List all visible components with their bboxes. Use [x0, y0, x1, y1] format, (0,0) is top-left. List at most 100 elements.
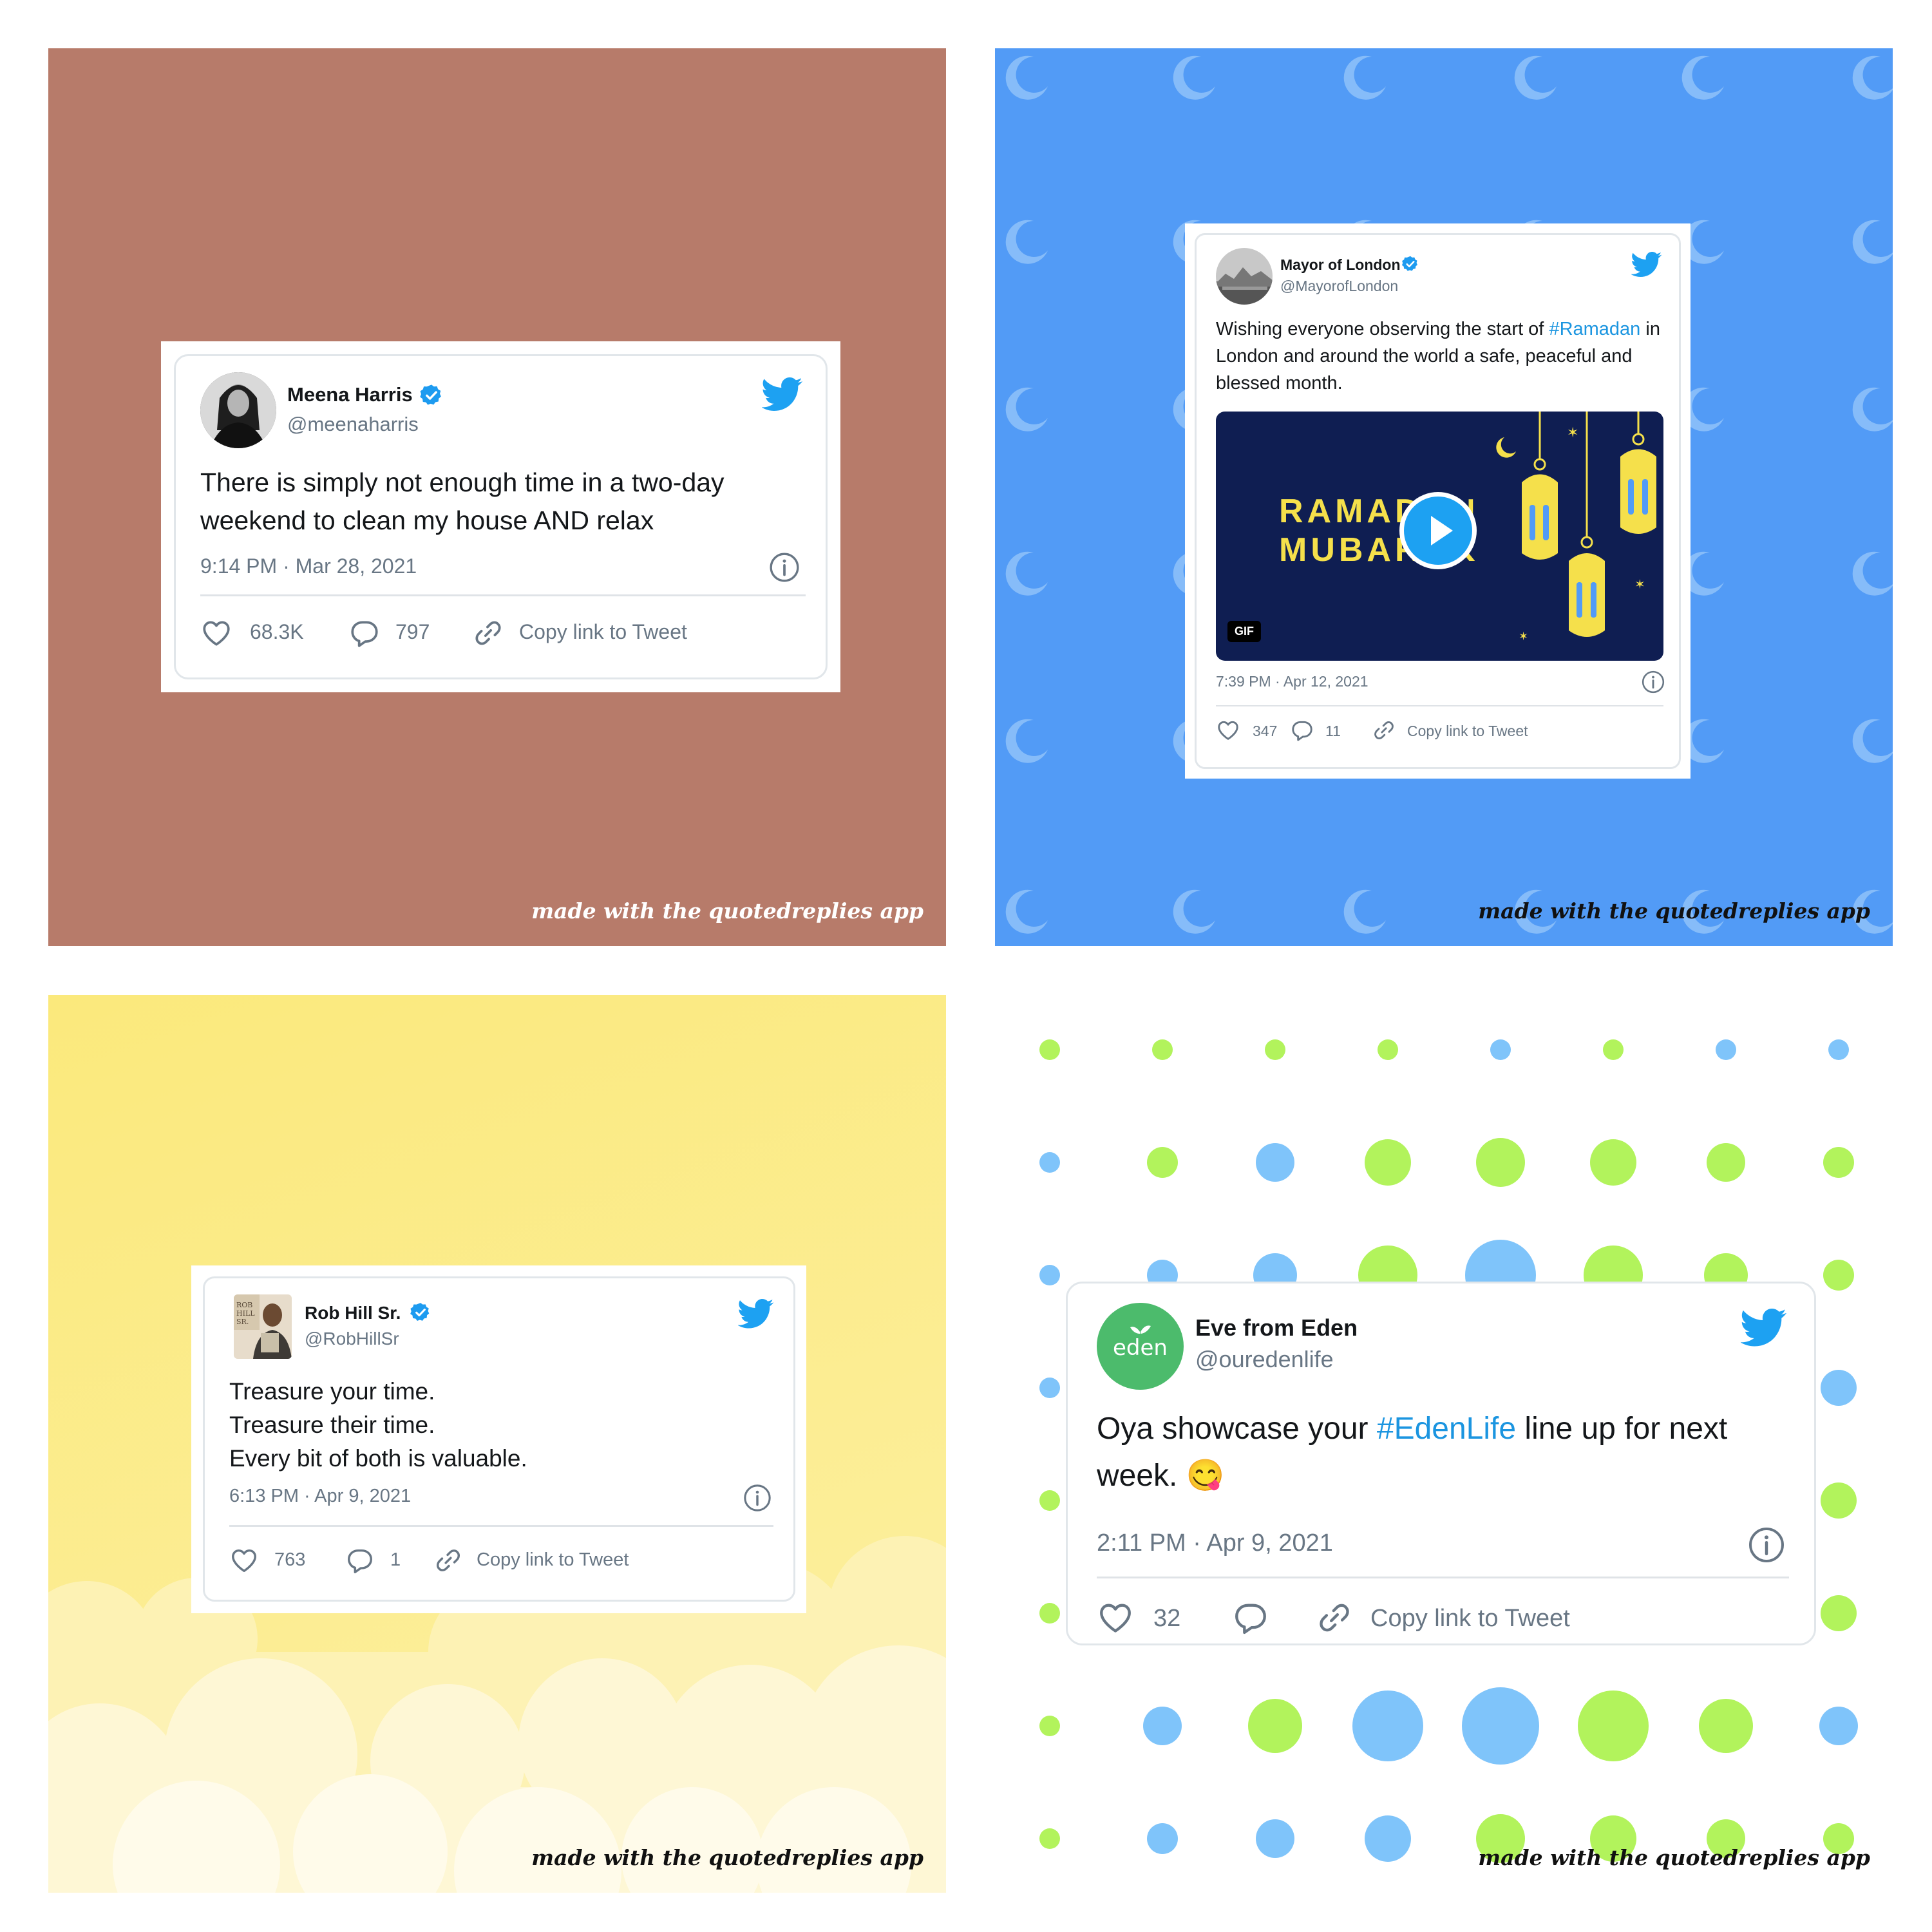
tweet-text: There is simply not enough time in a two… — [200, 468, 724, 536]
dot-decoration — [1578, 1690, 1649, 1761]
like-count: 347 — [1253, 723, 1278, 739]
twitter-bird-icon[interactable] — [1631, 248, 1662, 279]
twitter-bird-icon[interactable] — [1741, 1303, 1787, 1349]
tweet-card[interactable]: eden Eve from Eden @ouredenlife Oya show… — [1066, 1282, 1816, 1645]
dot-decoration — [1707, 1143, 1745, 1182]
avatar-logo-text: eden — [1113, 1335, 1168, 1361]
copy-link-action[interactable]: Copy link to Tweet — [1372, 718, 1565, 744]
author-name[interactable]: Mayor of London — [1280, 256, 1401, 274]
author-name[interactable]: Rob Hill Sr. — [305, 1303, 401, 1323]
reply-count: 1 — [390, 1549, 401, 1570]
moon-decoration — [1514, 55, 1557, 100]
gif-badge: GIF — [1227, 621, 1261, 642]
like-action[interactable]: 68.3K — [200, 617, 329, 649]
svg-text:✶: ✶ — [1519, 630, 1528, 643]
heart-icon — [203, 621, 230, 646]
svg-text:✶: ✶ — [1567, 425, 1578, 441]
divider — [200, 594, 806, 596]
author-handle[interactable]: @RobHillSr — [305, 1329, 399, 1349]
reply-action[interactable]: 797 — [348, 617, 445, 649]
moon-decoration — [1852, 220, 1893, 264]
reply-icon — [351, 621, 378, 647]
moon-decoration — [1005, 719, 1048, 763]
dot-decoration — [1352, 1690, 1423, 1761]
moon-decoration — [1005, 387, 1048, 431]
moon-decoration — [1343, 889, 1386, 934]
tweet-text-before: Oya showcase your — [1097, 1412, 1368, 1446]
like-count: 32 — [1153, 1605, 1181, 1632]
info-icon[interactable] — [768, 551, 800, 583]
tweet-timestamp[interactable]: 7:39 PM · Apr 12, 2021 — [1216, 673, 1368, 690]
quote-panel-eve-from-eden: eden Eve from Eden @ouredenlife Oya show… — [995, 995, 1893, 1893]
emoji: 😋 — [1186, 1458, 1225, 1493]
moon-decoration — [1005, 889, 1048, 934]
reply-action[interactable]: 1 — [345, 1546, 416, 1575]
dot-decoration — [1248, 1699, 1302, 1753]
tweet-card[interactable]: Mayor of London @MayorofLondon Wishing e… — [1195, 233, 1681, 769]
tweet-text: Wishing everyone observing the start of … — [1216, 316, 1660, 397]
moon-decoration — [1681, 55, 1724, 100]
dot-decoration — [1462, 1687, 1539, 1765]
copy-link-label: Copy link to Tweet — [477, 1549, 629, 1570]
verified-badge-icon — [1401, 255, 1419, 272]
tweet-timestamp[interactable]: 2:11 PM · Apr 9, 2021 — [1097, 1530, 1333, 1557]
tweet-line: Treasure your time. — [229, 1378, 435, 1405]
dot-decoration — [1821, 1370, 1857, 1406]
dot-decoration — [1039, 1490, 1060, 1511]
info-icon[interactable] — [1641, 670, 1665, 694]
divider — [1097, 1577, 1789, 1578]
reply-action[interactable]: 11 — [1290, 718, 1348, 744]
info-icon[interactable] — [743, 1483, 772, 1513]
divider — [229, 1525, 773, 1527]
avatar[interactable] — [200, 372, 276, 448]
reply-icon — [348, 1549, 372, 1573]
dot-decoration — [1590, 1139, 1636, 1186]
heart-icon — [1218, 721, 1238, 740]
hashtag-link[interactable]: #EdenLife — [1377, 1412, 1516, 1446]
twitter-bird-icon[interactable] — [738, 1294, 774, 1331]
tweet-card[interactable]: Meena Harris @meenaharris There is simpl… — [174, 354, 828, 679]
author-name[interactable]: Eve from Eden — [1195, 1314, 1358, 1341]
play-icon — [1431, 516, 1453, 545]
author-name[interactable]: Meena Harris — [287, 383, 413, 406]
tweet-timestamp[interactable]: 9:14 PM · Mar 28, 2021 — [200, 554, 417, 578]
like-action[interactable]: 763 — [229, 1546, 332, 1575]
author-handle[interactable]: @ouredenlife — [1195, 1346, 1334, 1373]
divider — [1216, 705, 1663, 706]
dot-decoration — [1603, 1039, 1624, 1060]
watermark: made with the quotedreplies app — [1478, 898, 1870, 923]
like-action[interactable]: 32 — [1097, 1599, 1200, 1636]
reply-count: 797 — [395, 620, 430, 643]
avatar[interactable] — [1216, 248, 1273, 305]
info-icon[interactable] — [1747, 1526, 1786, 1564]
twitter-bird-icon[interactable] — [762, 372, 803, 413]
author-handle[interactable]: @MayorofLondon — [1280, 278, 1398, 295]
avatar[interactable]: eden — [1097, 1303, 1184, 1390]
like-action[interactable]: 347 — [1216, 718, 1287, 744]
copy-link-action[interactable]: Copy link to Tweet — [472, 617, 730, 649]
tweet-timestamp[interactable]: 6:13 PM · Apr 9, 2021 — [229, 1486, 411, 1507]
copy-link-action[interactable]: Copy link to Tweet — [433, 1546, 678, 1575]
svg-text:SR.: SR. — [236, 1318, 249, 1326]
reply-action[interactable] — [1232, 1599, 1277, 1636]
hashtag-link[interactable]: #Ramadan — [1549, 319, 1640, 339]
tweet-line: Every bit of both is valuable. — [229, 1444, 527, 1472]
dot-decoration — [1256, 1819, 1294, 1858]
moon-decoration — [1173, 55, 1215, 100]
tweet-card[interactable]: ROB HILL SR. Rob Hill Sr. @RobHillSr Tre… — [203, 1276, 795, 1602]
media-gif[interactable]: ✶ ✶ ✶ RAMADAN MUBARAK GIF — [1216, 412, 1663, 661]
dot-decoration — [1828, 1039, 1849, 1060]
copy-link-action[interactable]: Copy link to Tweet — [1316, 1599, 1605, 1636]
reply-icon — [1232, 1599, 1269, 1636]
dot-decoration — [1365, 1139, 1411, 1186]
moon-decoration — [1005, 220, 1048, 264]
reply-count: 11 — [1325, 723, 1341, 739]
quote-panel-mayor-of-london: Mayor of London @MayorofLondon Wishing e… — [995, 48, 1893, 946]
avatar[interactable]: ROB HILL SR. — [234, 1294, 292, 1359]
tweet-text-before: Wishing everyone observing the start of — [1216, 319, 1544, 339]
play-button[interactable] — [1399, 492, 1477, 569]
link-icon — [1316, 1599, 1353, 1636]
author-handle[interactable]: @meenaharris — [287, 413, 419, 436]
watermark: made with the quotedreplies app — [1478, 1845, 1870, 1870]
dot-decoration — [1147, 1147, 1178, 1178]
